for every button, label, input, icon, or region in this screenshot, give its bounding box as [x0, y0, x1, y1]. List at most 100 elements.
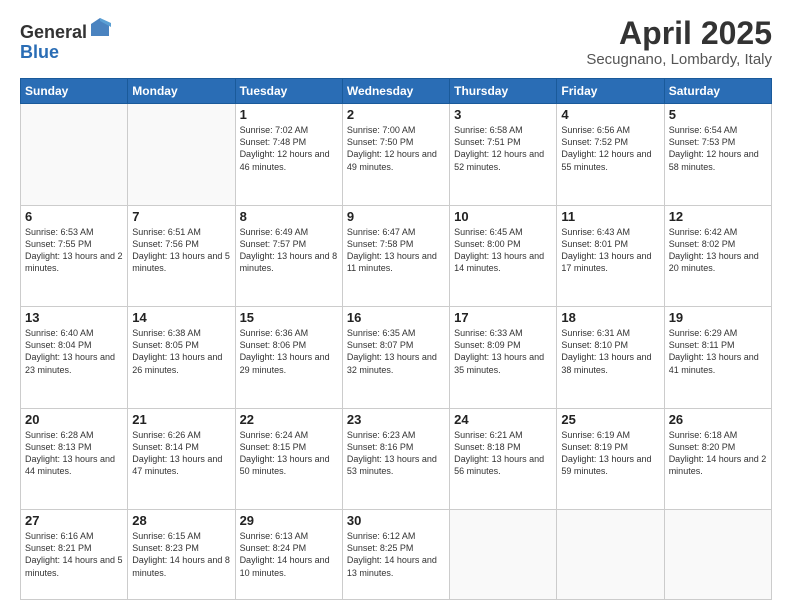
cell-day-number: 8 — [240, 209, 338, 224]
cell-info: Sunrise: 6:54 AMSunset: 7:53 PMDaylight:… — [669, 124, 767, 173]
cell-info: Sunrise: 6:18 AMSunset: 8:20 PMDaylight:… — [669, 429, 767, 478]
cell-day-number: 16 — [347, 310, 445, 325]
table-row: 6Sunrise: 6:53 AMSunset: 7:55 PMDaylight… — [21, 205, 128, 306]
table-row: 16 Sunrise: 6:35 AMSunset: 8:07 PMDayligh… — [342, 307, 449, 408]
logo-icon — [89, 16, 111, 38]
cell-info: Sunrise: 6:15 AMSunset: 8:23 PMDaylight:… — [132, 530, 230, 579]
cell-info: Sunrise: 6:35 AMSunset: 8:07 PMDaylight:… — [347, 327, 445, 376]
table-row: 28 Sunrise: 6:15 AMSunset: 8:23 PMDayligh… — [128, 510, 235, 600]
calendar-title: April 2025 — [586, 16, 772, 51]
table-row: 3 Sunrise: 6:58 AMSunset: 7:51 PMDaylight… — [450, 104, 557, 205]
cell-day-number: 1 — [240, 107, 338, 122]
cell-day-number: 30 — [347, 513, 445, 528]
table-row: 29 Sunrise: 6:13 AMSunset: 8:24 PMDayligh… — [235, 510, 342, 600]
cell-day-number: 23 — [347, 412, 445, 427]
cell-day-number: 4 — [561, 107, 659, 122]
header-tuesday: Tuesday — [235, 79, 342, 104]
cell-day-number: 26 — [669, 412, 767, 427]
cell-day-number: 2 — [347, 107, 445, 122]
header-saturday: Saturday — [664, 79, 771, 104]
cell-day-number: 17 — [454, 310, 552, 325]
cell-info: Sunrise: 6:58 AMSunset: 7:51 PMDaylight:… — [454, 124, 552, 173]
table-row: 15 Sunrise: 6:36 AMSunset: 8:06 PMDayligh… — [235, 307, 342, 408]
table-row: 19 Sunrise: 6:29 AMSunset: 8:11 PMDayligh… — [664, 307, 771, 408]
cell-info: Sunrise: 6:49 AMSunset: 7:57 PMDaylight:… — [240, 226, 338, 275]
page: General Blue April 2025 Secugnano, Lomba… — [0, 0, 792, 612]
cell-day-number: 12 — [669, 209, 767, 224]
cell-day-number: 10 — [454, 209, 552, 224]
table-row: 30 Sunrise: 6:12 AMSunset: 8:25 PMDayligh… — [342, 510, 449, 600]
table-row: 12 Sunrise: 6:42 AMSunset: 8:02 PMDayligh… — [664, 205, 771, 306]
cell-info: Sunrise: 6:12 AMSunset: 8:25 PMDaylight:… — [347, 530, 445, 579]
table-row — [664, 510, 771, 600]
cell-info: Sunrise: 6:24 AMSunset: 8:15 PMDaylight:… — [240, 429, 338, 478]
table-row — [21, 104, 128, 205]
cell-info: Sunrise: 6:19 AMSunset: 8:19 PMDaylight:… — [561, 429, 659, 478]
table-row: 14Sunrise: 6:38 AMSunset: 8:05 PMDayligh… — [128, 307, 235, 408]
table-row: 1Sunrise: 7:02 AMSunset: 7:48 PMDaylight… — [235, 104, 342, 205]
logo-general: General — [20, 16, 111, 43]
cell-info: Sunrise: 6:40 AMSunset: 8:04 PMDaylight:… — [25, 327, 123, 376]
cell-info: Sunrise: 6:31 AMSunset: 8:10 PMDaylight:… — [561, 327, 659, 376]
cell-info: Sunrise: 6:36 AMSunset: 8:06 PMDaylight:… — [240, 327, 338, 376]
cell-day-number: 28 — [132, 513, 230, 528]
cell-info: Sunrise: 7:00 AMSunset: 7:50 PMDaylight:… — [347, 124, 445, 173]
header-sunday: Sunday — [21, 79, 128, 104]
table-row: 10Sunrise: 6:45 AMSunset: 8:00 PMDayligh… — [450, 205, 557, 306]
header-thursday: Thursday — [450, 79, 557, 104]
table-row: 8 Sunrise: 6:49 AMSunset: 7:57 PMDaylight… — [235, 205, 342, 306]
cell-info: Sunrise: 6:29 AMSunset: 8:11 PMDaylight:… — [669, 327, 767, 376]
cell-info: Sunrise: 6:28 AMSunset: 8:13 PMDaylight:… — [25, 429, 123, 478]
cell-day-number: 9 — [347, 209, 445, 224]
calendar-table: Sunday Monday Tuesday Wednesday Thursday… — [20, 78, 772, 600]
cell-day-number: 27 — [25, 513, 123, 528]
logo-text: General Blue — [20, 16, 111, 63]
cell-day-number: 29 — [240, 513, 338, 528]
cell-info: Sunrise: 6:56 AMSunset: 7:52 PMDaylight:… — [561, 124, 659, 173]
table-row: 9 Sunrise: 6:47 AMSunset: 7:58 PMDaylight… — [342, 205, 449, 306]
table-row: 7 Sunrise: 6:51 AMSunset: 7:56 PMDaylight… — [128, 205, 235, 306]
cell-info: Sunrise: 6:47 AMSunset: 7:58 PMDaylight:… — [347, 226, 445, 275]
cell-day-number: 5 — [669, 107, 767, 122]
cell-day-number: 20 — [25, 412, 123, 427]
table-row: 25 Sunrise: 6:19 AMSunset: 8:19 PMDayligh… — [557, 408, 664, 509]
cell-day-number: 15 — [240, 310, 338, 325]
header: General Blue April 2025 Secugnano, Lomba… — [20, 16, 772, 68]
cell-day-number: 7 — [132, 209, 230, 224]
cell-day-number: 24 — [454, 412, 552, 427]
cell-day-number: 21 — [132, 412, 230, 427]
table-row: 17 Sunrise: 6:33 AMSunset: 8:09 PMDayligh… — [450, 307, 557, 408]
cell-info: Sunrise: 6:53 AMSunset: 7:55 PMDaylight:… — [25, 226, 123, 275]
table-row: 26 Sunrise: 6:18 AMSunset: 8:20 PMDayligh… — [664, 408, 771, 509]
cell-info: Sunrise: 6:13 AMSunset: 8:24 PMDaylight:… — [240, 530, 338, 579]
logo-blue: Blue — [20, 43, 111, 63]
cell-info: Sunrise: 6:51 AMSunset: 7:56 PMDaylight:… — [132, 226, 230, 275]
calendar-subtitle: Secugnano, Lombardy, Italy — [586, 51, 772, 68]
table-row — [128, 104, 235, 205]
cell-day-number: 25 — [561, 412, 659, 427]
weekday-header-row: Sunday Monday Tuesday Wednesday Thursday… — [21, 79, 772, 104]
cell-info: Sunrise: 6:42 AMSunset: 8:02 PMDaylight:… — [669, 226, 767, 275]
table-row — [557, 510, 664, 600]
cell-day-number: 22 — [240, 412, 338, 427]
table-row — [450, 510, 557, 600]
title-area: April 2025 Secugnano, Lombardy, Italy — [586, 16, 772, 68]
table-row: 18Sunrise: 6:31 AMSunset: 8:10 PMDayligh… — [557, 307, 664, 408]
table-row: 20 Sunrise: 6:28 AMSunset: 8:13 PMDayligh… — [21, 408, 128, 509]
logo: General Blue — [20, 16, 111, 63]
cell-info: Sunrise: 6:43 AMSunset: 8:01 PMDaylight:… — [561, 226, 659, 275]
cell-info: Sunrise: 6:33 AMSunset: 8:09 PMDaylight:… — [454, 327, 552, 376]
header-friday: Friday — [557, 79, 664, 104]
table-row: 13 Sunrise: 6:40 AMSunset: 8:04 PMDayligh… — [21, 307, 128, 408]
cell-info: Sunrise: 6:23 AMSunset: 8:16 PMDaylight:… — [347, 429, 445, 478]
cell-day-number: 3 — [454, 107, 552, 122]
header-monday: Monday — [128, 79, 235, 104]
cell-day-number: 11 — [561, 209, 659, 224]
cell-day-number: 19 — [669, 310, 767, 325]
table-row: 21Sunrise: 6:26 AMSunset: 8:14 PMDayligh… — [128, 408, 235, 509]
cell-day-number: 14 — [132, 310, 230, 325]
table-row: 4 Sunrise: 6:56 AMSunset: 7:52 PMDaylight… — [557, 104, 664, 205]
table-row: 24Sunrise: 6:21 AMSunset: 8:18 PMDayligh… — [450, 408, 557, 509]
cell-day-number: 13 — [25, 310, 123, 325]
table-row: 2 Sunrise: 7:00 AMSunset: 7:50 PMDaylight… — [342, 104, 449, 205]
